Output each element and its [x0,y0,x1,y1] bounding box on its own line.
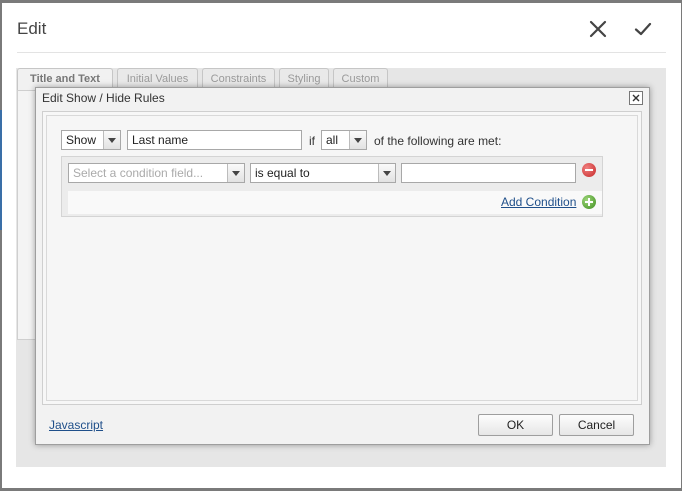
quantifier-select-value: all [326,133,339,147]
condition-operator-value: is equal to [255,166,310,180]
if-label: if [309,134,315,148]
action-select-value: Show [66,133,97,147]
ok-button[interactable]: OK [478,414,553,436]
following-label: of the following are met: [374,134,502,148]
chevron-down-icon[interactable] [378,164,395,182]
chevron-down-icon[interactable] [103,131,120,149]
remove-condition-icon[interactable] [582,163,596,177]
dialog-title: Edit Show / Hide Rules [42,91,165,105]
close-icon [632,94,640,102]
window-title: Edit [17,19,47,38]
condition-field-select[interactable]: Select a condition field... [68,163,245,183]
add-condition-icon[interactable] [582,195,596,209]
action-select[interactable]: Show [61,130,121,150]
javascript-link[interactable]: Javascript [49,418,103,432]
close-icon[interactable] [586,17,610,41]
quantifier-select[interactable]: all [321,130,367,150]
condition-operator-select[interactable]: is equal to [250,163,396,183]
cancel-button[interactable]: Cancel [559,414,634,436]
title-divider [17,52,666,53]
dialog-close-button[interactable] [629,91,643,105]
chevron-down-icon[interactable] [227,164,244,182]
condition-value-input[interactable] [401,163,576,183]
target-field-value: Last name [132,133,189,147]
chevron-down-icon[interactable] [349,131,366,149]
condition-field-placeholder: Select a condition field... [73,166,204,180]
checkmark-icon[interactable] [631,17,655,41]
add-condition-link[interactable]: Add Condition [501,195,576,209]
target-field-input[interactable]: Last name [127,130,302,150]
